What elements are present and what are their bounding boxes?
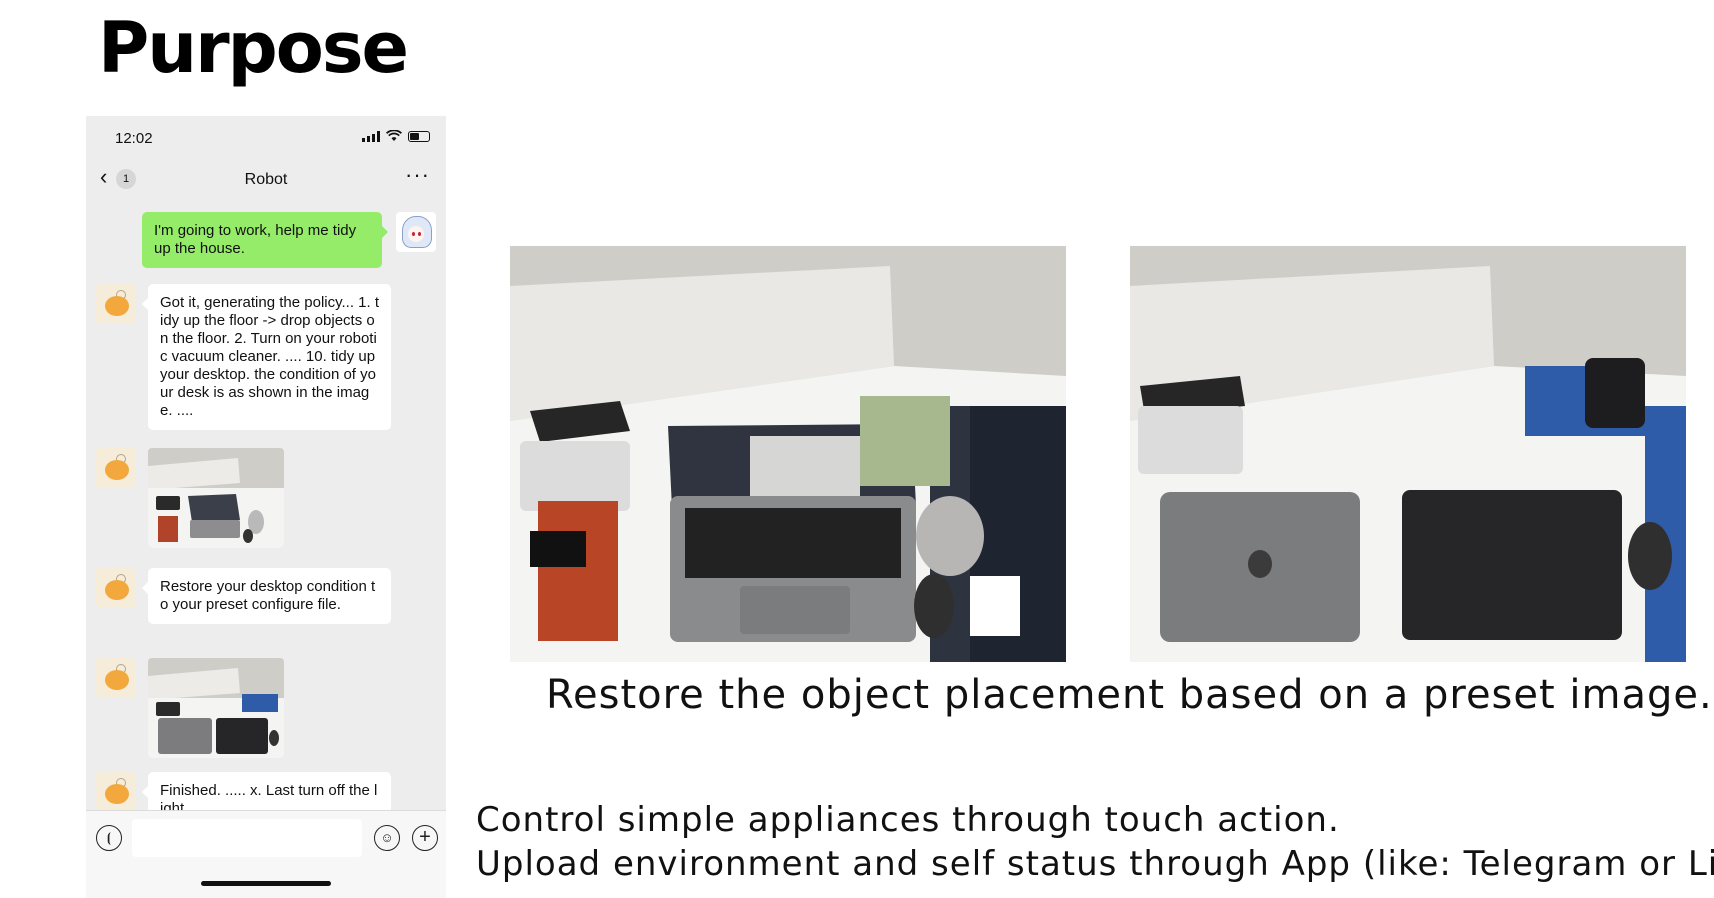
signal-icon (362, 130, 380, 142)
current-desk-photo (510, 246, 1066, 662)
robot-avatar[interactable] (96, 448, 136, 488)
wifi-icon (386, 130, 402, 141)
received-message-bubble: Restore your desktop condition to your p… (142, 568, 391, 624)
emoji-icon[interactable]: ☺ (374, 825, 400, 851)
battery-icon (408, 130, 430, 142)
preset-desk-thumbnail[interactable] (148, 658, 284, 758)
voice-input-icon[interactable]: ⦗ (96, 825, 122, 851)
home-indicator[interactable] (201, 881, 331, 886)
add-attachment-icon[interactable]: + (412, 825, 438, 851)
status-icons (362, 130, 430, 142)
robot-avatar[interactable] (96, 772, 136, 812)
more-options-icon[interactable]: ··· (405, 162, 430, 188)
chat-input-bar: ⦗ ☺ + (86, 810, 446, 898)
sent-message-bubble: I'm going to work, help me tidy up the h… (142, 212, 388, 268)
status-bar: 12:02 (86, 116, 446, 156)
robot-avatar[interactable] (96, 658, 136, 698)
preset-desk-photo (1130, 246, 1686, 662)
status-time: 12:02 (115, 130, 153, 147)
chat-header: ‹ 1 Robot ··· (86, 156, 446, 200)
received-message-bubble: Got it, generating the policy... 1. tidy… (142, 284, 391, 430)
robot-avatar[interactable] (96, 284, 136, 324)
description-line-1: Control simple appliances through touch … (476, 800, 1340, 840)
slide-title: Purpose (98, 7, 409, 89)
user-avatar[interactable] (396, 212, 436, 252)
photo-caption: Restore the object placement based on a … (546, 672, 1713, 718)
current-desk-thumbnail[interactable] (148, 448, 284, 548)
robot-avatar[interactable] (96, 568, 136, 608)
chat-title: Robot (244, 171, 288, 188)
description-line-2: Upload environment and self status throu… (476, 844, 1714, 884)
chat-app-screenshot: 12:02 ‹ 1 Robot ··· I'm going to work, h… (86, 116, 446, 898)
message-input[interactable] (132, 819, 362, 857)
